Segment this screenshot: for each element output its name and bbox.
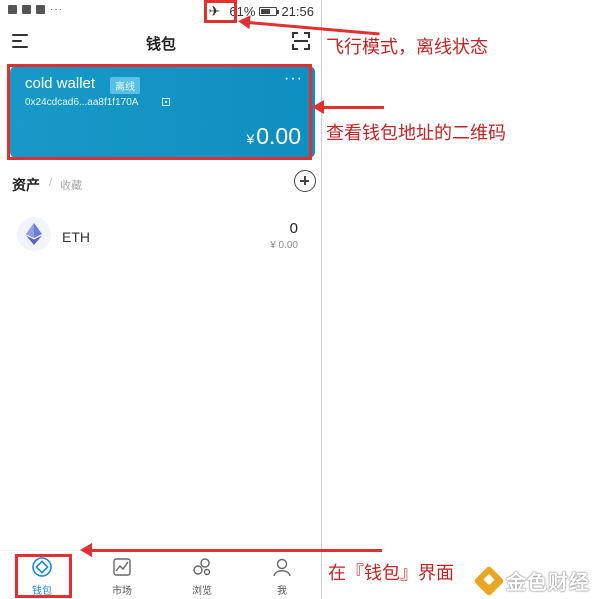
clock: 21:56 <box>281 4 314 19</box>
asset-symbol: ETH <box>62 229 90 245</box>
tab-favorites[interactable]: 收藏 <box>60 177 82 193</box>
tab-separator: / <box>49 177 53 189</box>
notification-icons: ··· <box>8 4 63 15</box>
airplane-highlight-box <box>204 0 237 23</box>
scan-icon[interactable] <box>292 32 310 50</box>
notification-icon <box>8 5 17 14</box>
airplane-note: 飞行模式，离线状态 <box>326 37 488 58</box>
assets-header: 资产 / 收藏 <box>12 170 316 195</box>
wallet-tab-arrow <box>80 543 382 557</box>
tab-assets[interactable]: 资产 <box>12 175 40 195</box>
notification-icon <box>22 5 31 14</box>
status-bar: ··· ✈ 61% 21:56 <box>0 0 322 24</box>
more-notifications-icon: ··· <box>50 4 63 15</box>
nav-label: 浏览 <box>192 586 212 597</box>
browse-icon <box>193 558 211 576</box>
ethereum-icon <box>17 217 51 251</box>
profile-icon <box>273 558 291 577</box>
qr-note: 查看钱包地址的二维码 <box>326 123 506 144</box>
watermark: 金色财经 <box>473 564 590 597</box>
app-header: 钱包 <box>0 26 322 56</box>
asset-fiat-value: ¥ 0.00 <box>270 240 298 251</box>
card-arrow <box>312 100 384 114</box>
add-asset-button[interactable] <box>294 170 316 192</box>
battery-icon <box>259 7 280 16</box>
watermark-text: 金色财经 <box>506 572 590 594</box>
page-title: 钱包 <box>145 36 176 53</box>
nav-label: 我 <box>277 586 287 597</box>
wallet-tab-highlight-box <box>15 554 72 598</box>
asset-amount: 0 <box>289 220 298 237</box>
nav-label: 市场 <box>112 586 132 597</box>
nav-profile[interactable]: 我 <box>252 551 312 599</box>
card-highlight-box <box>7 64 312 160</box>
watermark-logo-icon <box>473 564 505 597</box>
market-chart-icon <box>113 558 131 576</box>
asset-row-eth[interactable]: ETH 0 ¥ 0.00 <box>12 213 304 257</box>
nav-browse[interactable]: 浏览 <box>172 551 232 599</box>
image-notification-icon <box>36 5 45 14</box>
nav-market[interactable]: 市场 <box>92 551 152 599</box>
wallet-note: 在『钱包』界面 <box>328 563 454 584</box>
